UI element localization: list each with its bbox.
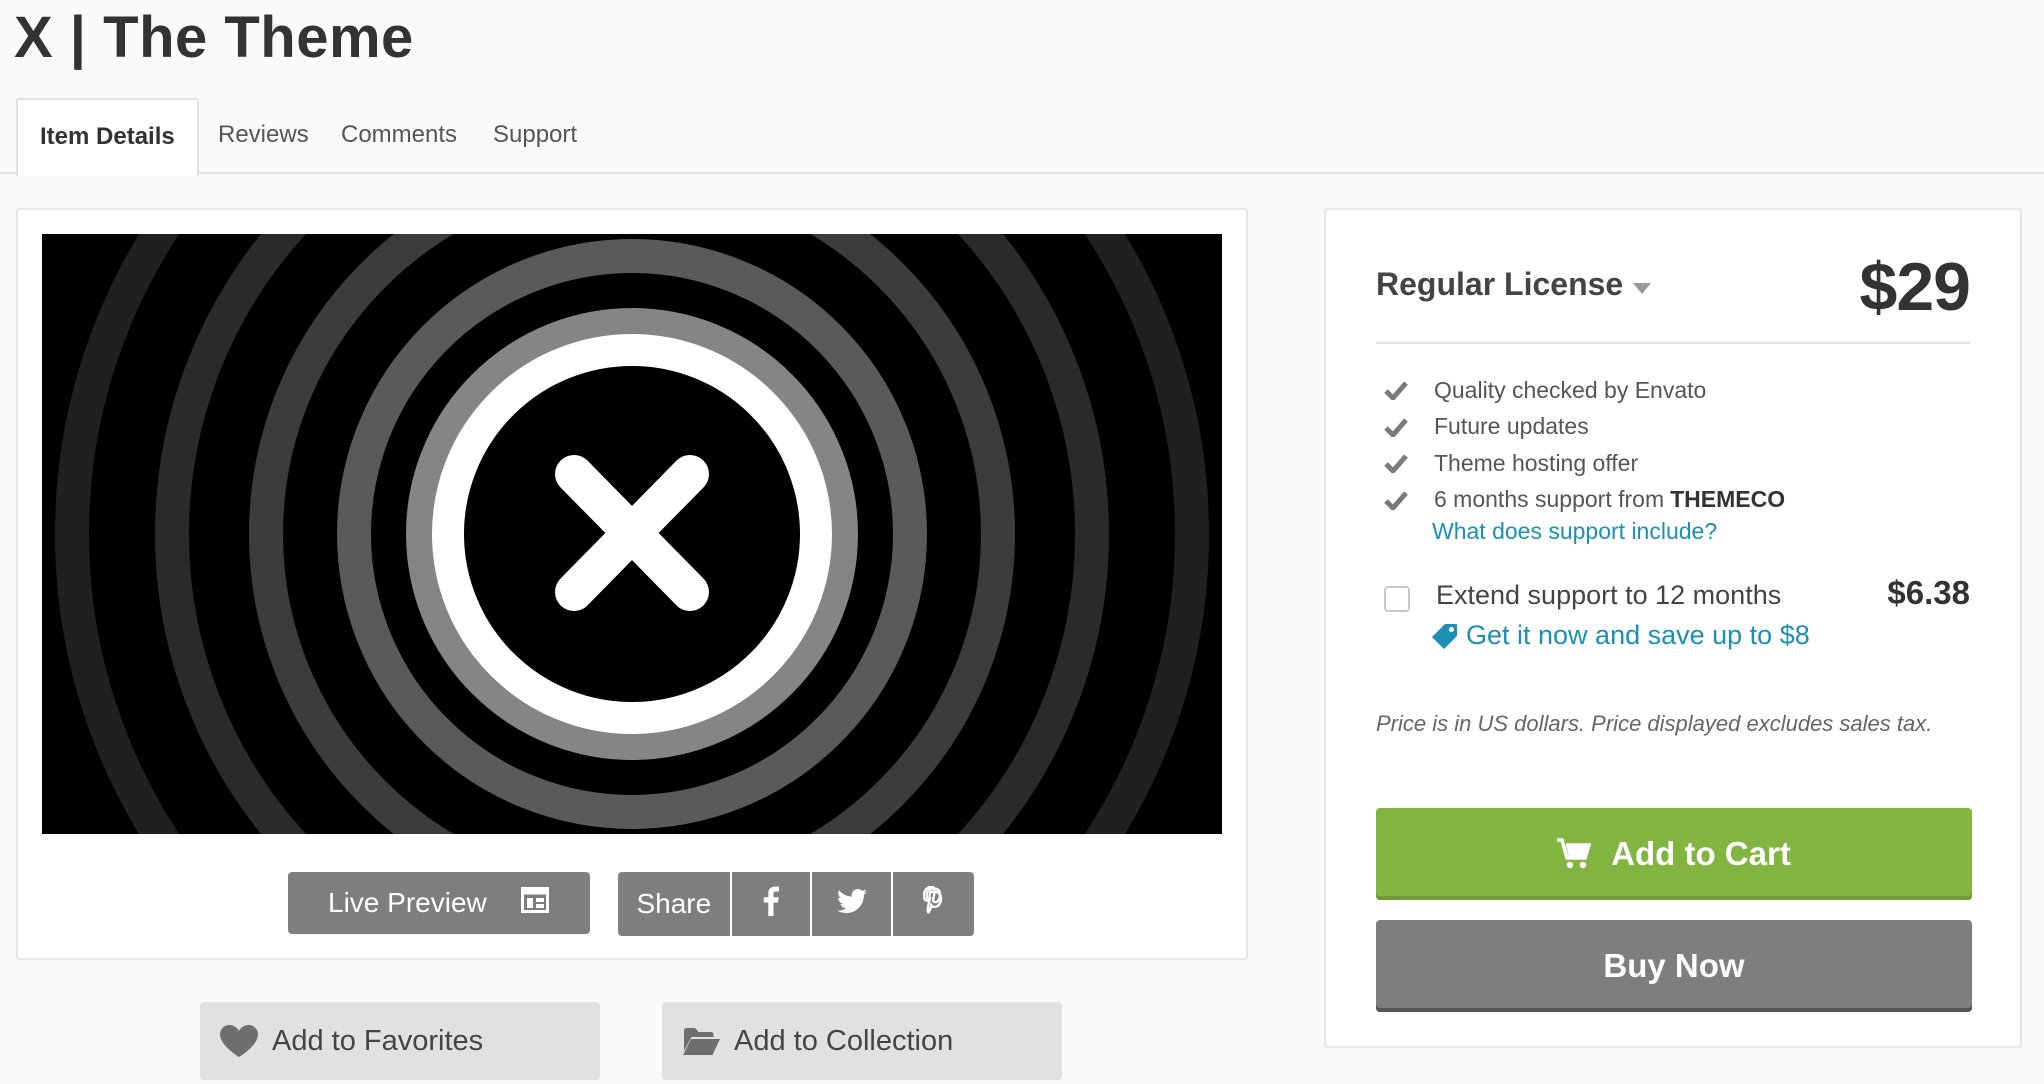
feature-text: Quality checked by Envato: [1434, 376, 1707, 403]
pinterest-icon: [922, 884, 945, 923]
facebook-share-button[interactable]: [731, 872, 813, 936]
save-offer-text: Get it now and save up to $8: [1466, 620, 1810, 650]
twitter-share-button[interactable]: [812, 872, 894, 936]
preview-card: Live Preview Share: [16, 208, 1248, 960]
add-to-favorites-button[interactable]: Add to Favorites: [200, 1002, 600, 1080]
author-name: THEMECO: [1670, 486, 1786, 513]
heart-icon: [220, 1025, 258, 1057]
license-selector[interactable]: Regular License: [1376, 266, 1652, 303]
check-icon: [1384, 453, 1434, 474]
license-features-list: Quality checked by Envato Future updates…: [1384, 372, 1785, 518]
share-button-group: Share: [618, 872, 974, 936]
tab-reviews[interactable]: Reviews: [218, 98, 309, 174]
share-label: Share: [618, 872, 732, 936]
live-preview-button[interactable]: Live Preview: [288, 872, 590, 934]
price-note: Price is in US dollars. Price displayed …: [1376, 711, 1933, 736]
add-to-collection-button[interactable]: Add to Collection: [662, 1002, 1062, 1080]
add-to-cart-label: Add to Cart: [1611, 835, 1791, 872]
feature-item: Future updates: [1384, 409, 1785, 446]
theme-preview-image[interactable]: [42, 234, 1222, 834]
divider: [1376, 342, 1970, 344]
x-logo-image: [42, 234, 1222, 834]
extend-support-price: $6.38: [1887, 574, 1970, 611]
tab-support[interactable]: Support: [493, 98, 577, 174]
page-title: X | The Theme: [14, 5, 414, 70]
tab-comments[interactable]: Comments: [341, 98, 457, 174]
caret-down-icon: [1633, 266, 1652, 303]
check-icon: [1384, 380, 1434, 401]
cart-icon: [1557, 838, 1592, 870]
tab-item-details[interactable]: Item Details: [16, 98, 199, 176]
facebook-icon: [763, 886, 780, 923]
feature-text: Future updates: [1434, 413, 1589, 440]
buy-now-button[interactable]: Buy Now: [1376, 920, 1972, 1012]
license-price: $29: [1859, 249, 1971, 325]
feature-text: Theme hosting offer: [1434, 449, 1639, 476]
folder-open-icon: [682, 1026, 720, 1056]
feature-item: Quality checked by Envato: [1384, 372, 1785, 409]
check-icon: [1384, 417, 1434, 437]
add-to-cart-button[interactable]: Add to Cart: [1376, 808, 1972, 900]
support-info-link[interactable]: What does support include?: [1432, 518, 1717, 545]
feature-item: 6 months support from THEMECO: [1384, 482, 1785, 519]
tag-icon: [1432, 623, 1458, 649]
add-to-collection-label: Add to Collection: [734, 1024, 954, 1057]
save-offer-link[interactable]: Get it now and save up to $8: [1432, 620, 1810, 651]
extend-support-checkbox[interactable]: [1384, 586, 1410, 612]
feature-item: Theme hosting offer: [1384, 445, 1785, 482]
license-purchase-card: Regular License $29 Quality checked by E…: [1324, 208, 2022, 1048]
extend-support-label[interactable]: Extend support to 12 months: [1436, 580, 1781, 611]
buy-now-label: Buy Now: [1603, 947, 1745, 984]
tab-bar: Item Details Reviews Comments Support: [0, 98, 2044, 176]
pinterest-share-button[interactable]: [893, 872, 974, 936]
extend-support-row: Extend support to 12 months $6.38: [1384, 574, 1970, 618]
add-to-favorites-label: Add to Favorites: [272, 1024, 484, 1057]
feature-text: 6 months support from: [1434, 486, 1665, 513]
twitter-icon: [836, 888, 867, 920]
layout-icon: [520, 886, 549, 920]
license-name: Regular License: [1376, 266, 1624, 302]
live-preview-label: Live Preview: [328, 887, 487, 918]
check-icon: [1384, 490, 1434, 510]
